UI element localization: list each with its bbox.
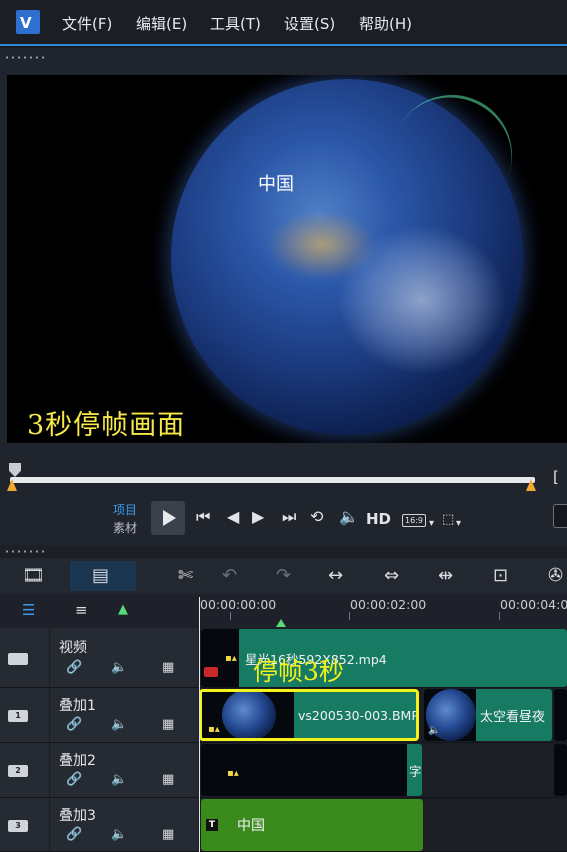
repeat-icon[interactable]: ⟲ xyxy=(310,509,323,525)
overlay-camera-icon[interactable]: 3 xyxy=(8,820,28,832)
track-cam-cell xyxy=(0,628,50,687)
menu-edit[interactable]: 编辑(E) xyxy=(136,13,187,34)
redo-icon[interactable]: ↷ xyxy=(276,566,291,586)
overlay1-still-clip[interactable]: ▪▴ vs200530-003.BMP xyxy=(199,689,419,741)
link-icon[interactable]: 🔗 xyxy=(66,717,82,732)
ruler-tick xyxy=(349,612,350,620)
end-icon[interactable]: ⏭ xyxy=(282,509,296,525)
clip-flag-icon: ▪▴ xyxy=(227,768,239,779)
mode-project[interactable]: 项目 xyxy=(113,501,137,518)
ratio-dropdown-icon[interactable]: ▾ xyxy=(429,516,434,532)
overlay2-clip[interactable]: ▪▴ 字 xyxy=(201,744,422,796)
overlay1-next-clip[interactable]: 🔈 太空看昼夜 xyxy=(424,689,552,741)
overlay3-title-clip[interactable]: T 中国 xyxy=(201,799,423,851)
clip-label: vs200530-003.BMP xyxy=(298,708,419,723)
clip-label: 中国 xyxy=(237,818,265,834)
audio-icon[interactable]: 🔈 xyxy=(111,772,127,787)
ruler-label: 00:00:02:00 xyxy=(350,597,427,612)
film-icon[interactable]: ✇ xyxy=(548,566,563,586)
clip-thumbnail xyxy=(222,692,276,738)
audio-icon[interactable]: 🔈 xyxy=(111,660,127,675)
add-track-icon[interactable]: ≡ xyxy=(75,600,88,620)
menu-tools[interactable]: 工具(T) xyxy=(210,13,261,34)
clip-label: 字 xyxy=(409,764,422,779)
grid-icon[interactable]: ▦ xyxy=(162,717,174,732)
timecode-box[interactable] xyxy=(553,504,567,528)
clip-flag-icon: ▪▴ xyxy=(208,724,220,735)
track-cam-cell: 2 xyxy=(0,743,50,797)
marker-triangle[interactable] xyxy=(276,619,286,627)
scrubber-track[interactable] xyxy=(10,477,535,483)
menu-bar: V 文件(F) 编辑(E) 工具(T) 设置(S) 帮助(H) xyxy=(0,0,567,46)
link-icon[interactable]: 🔗 xyxy=(66,660,82,675)
menu-settings[interactable]: 设置(S) xyxy=(284,13,335,34)
timeline-grip[interactable] xyxy=(4,550,48,553)
freeze-caption: 3秒停帧画面 xyxy=(27,410,186,441)
split-icon[interactable]: ⇹ xyxy=(438,566,453,586)
ruler-label: 00:00:00:00 xyxy=(200,597,277,612)
volume-icon[interactable]: 🔈 xyxy=(339,509,359,525)
ruler-tick xyxy=(230,612,231,620)
track-name: 叠加1 xyxy=(59,698,96,714)
mode-clip[interactable]: 素材 xyxy=(113,519,137,536)
grid-icon[interactable]: ▦ xyxy=(162,772,174,787)
ruler-tick xyxy=(499,612,500,620)
mark-in-bracket[interactable]: [ xyxy=(553,468,559,486)
track-cam-cell: 1 xyxy=(0,688,50,742)
track-cam-cell: 3 xyxy=(0,798,50,851)
track-name: 叠加3 xyxy=(59,808,96,824)
tools-icon[interactable]: ✄ xyxy=(178,566,193,586)
track-manager-icon[interactable]: ☰ xyxy=(22,600,35,620)
video-camera-icon[interactable] xyxy=(8,653,28,665)
overlay1-tail-clip[interactable] xyxy=(554,689,567,741)
chapter-marker-icon[interactable]: ▲ xyxy=(118,600,128,620)
globe-label: 中国 xyxy=(258,174,294,195)
app-logo: V xyxy=(16,10,40,34)
clip-label: 太空看昼夜 xyxy=(480,710,546,725)
play-button[interactable] xyxy=(151,501,185,535)
overlay-camera-icon[interactable]: 1 xyxy=(8,710,28,722)
menu-help[interactable]: 帮助(H) xyxy=(359,13,412,34)
hd-button[interactable]: HD xyxy=(366,510,391,528)
crop-icon[interactable]: ⬚ xyxy=(442,512,454,528)
playhead[interactable] xyxy=(199,597,200,852)
storyboard-view-icon[interactable]: 🎞 xyxy=(22,566,45,586)
link-icon[interactable]: 🔗 xyxy=(66,772,82,787)
ripple-icon[interactable]: ⇔ xyxy=(384,566,399,586)
undo-icon[interactable]: ↶ xyxy=(222,566,237,586)
freeze-annotation: 停帧3秒 xyxy=(253,657,344,686)
cloud-swirl xyxy=(337,225,507,375)
next-frame-icon[interactable]: ▶ xyxy=(252,509,264,525)
panel-grip[interactable] xyxy=(4,56,48,59)
track-header-overlay3: 3 叠加3 🔗 🔈 ▦ xyxy=(0,798,198,852)
overlay-camera-icon[interactable]: 2 xyxy=(8,765,28,777)
track-name: 叠加2 xyxy=(59,753,96,769)
track-header-video: 视频 🔗 🔈 ▦ xyxy=(0,628,198,688)
grid-icon[interactable]: ▦ xyxy=(162,660,174,675)
crop-dropdown-icon[interactable]: ▾ xyxy=(456,516,461,532)
timeline-view-icon[interactable]: ▤ xyxy=(92,566,109,586)
grid-icon[interactable]: ▦ xyxy=(162,827,174,842)
title-icon: T xyxy=(206,819,218,831)
preview-screen: 中国 3秒停帧画面 xyxy=(7,75,567,443)
clip-audio-icon: 🔈 xyxy=(428,725,441,736)
clip-flag-icon: ▪▴ xyxy=(225,653,237,664)
aspect-ratio-button[interactable]: 16:9 xyxy=(402,514,426,527)
track-header-overlay2: 2 叠加2 🔗 🔈 ▦ xyxy=(0,743,198,798)
track-header-overlay1: 1 叠加1 🔗 🔈 ▦ xyxy=(0,688,198,743)
audio-icon[interactable]: 🔈 xyxy=(111,827,127,842)
track-name: 视频 xyxy=(59,640,87,656)
ruler-label: 00:00:04:00 xyxy=(500,597,567,612)
mute-icon xyxy=(204,667,218,677)
menu-file[interactable]: 文件(F) xyxy=(62,13,112,34)
zoom-icon[interactable]: ⊡ xyxy=(493,566,508,586)
fit-icon[interactable]: ↔ xyxy=(328,566,343,586)
prev-frame-icon[interactable]: ◀ xyxy=(227,509,239,525)
home-icon[interactable]: ⏮ xyxy=(196,509,210,525)
overlay2-tail-clip[interactable] xyxy=(554,744,567,796)
link-icon[interactable]: 🔗 xyxy=(66,827,82,842)
audio-icon[interactable]: 🔈 xyxy=(111,717,127,732)
